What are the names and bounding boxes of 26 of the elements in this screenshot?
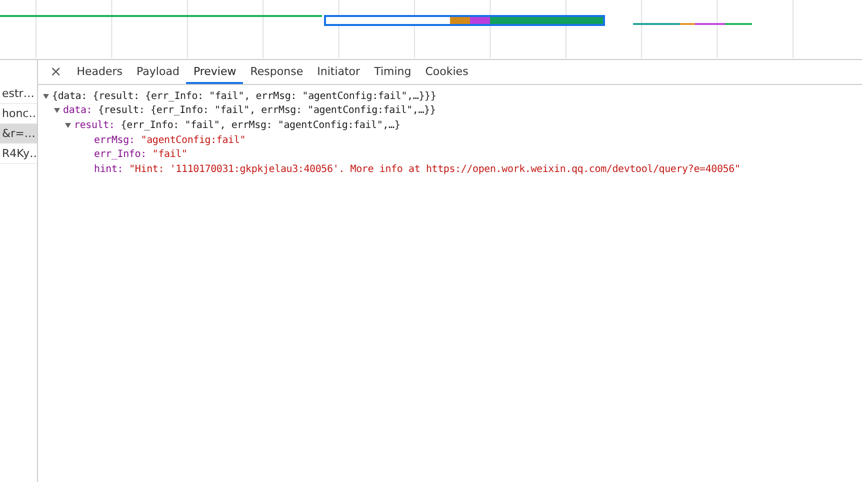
property-key: data: xyxy=(63,105,92,116)
tab[interactable]: Payload xyxy=(130,60,186,84)
waterfall-bar[interactable] xyxy=(324,15,605,26)
property-key: hint: xyxy=(94,164,124,175)
tab[interactable]: Timing xyxy=(367,60,418,84)
object-summary: {data: {result: {err_Info: "fail", errMsg: "agentConfig:fail",…}}} xyxy=(52,90,436,102)
tab[interactable]: Initiator xyxy=(310,60,368,84)
tab[interactable]: Response xyxy=(243,60,310,84)
property-key: err_Info: xyxy=(94,149,146,160)
property-value: "fail" xyxy=(152,149,188,160)
close-button[interactable]: × xyxy=(44,60,68,84)
expand-toggle-icon[interactable] xyxy=(54,108,60,114)
request-row[interactable]: estr… xyxy=(0,84,37,104)
tab[interactable]: Cookies xyxy=(418,60,476,84)
expand-toggle-icon[interactable] xyxy=(43,94,49,99)
tab[interactable]: Preview xyxy=(186,60,244,84)
expand-toggle-icon[interactable] xyxy=(65,122,71,128)
property-key: result: xyxy=(74,120,115,131)
property-value: "Hint: '1110170031:gkpkjelau3:40056'. More info at https://open.work.weixin.qq.com/devtool/query?e=40056" xyxy=(129,164,740,175)
request-row[interactable]: &r=… xyxy=(0,124,37,144)
object-summary: {err_Info: "fail", errMsg: "agentConfig:fail",…} xyxy=(120,120,400,131)
tab[interactable]: Headers xyxy=(70,60,130,84)
request-row[interactable]: R4Ky… xyxy=(0,144,37,164)
property-key: errMsg: xyxy=(94,134,135,146)
property-value: "agentConfig:fail" xyxy=(140,134,246,146)
object-summary: {result: {err_Info: "fail", errMsg: "agentConfig:fail",…}} xyxy=(98,105,436,116)
